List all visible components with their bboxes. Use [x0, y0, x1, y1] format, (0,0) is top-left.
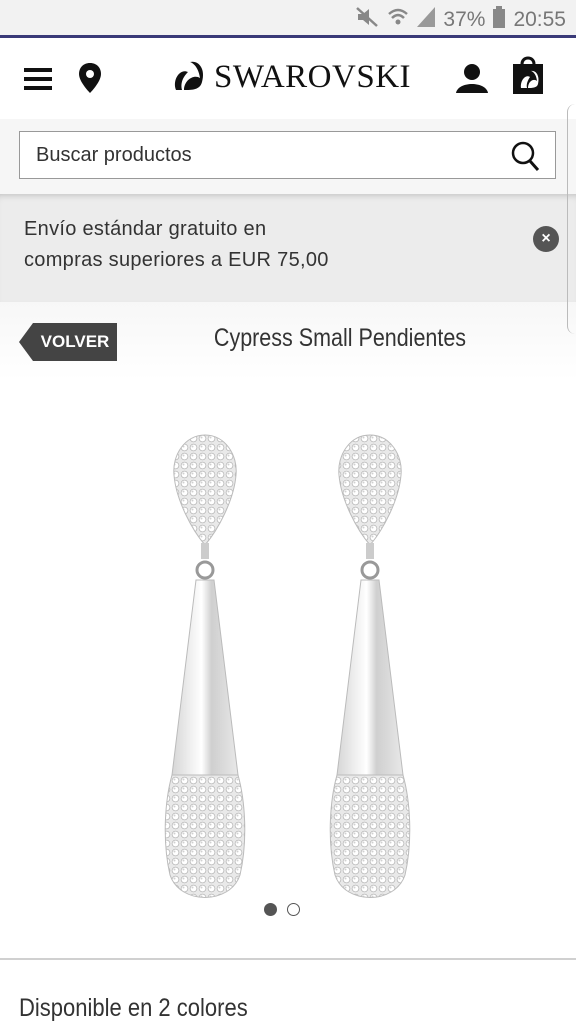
carousel-dot-2[interactable]	[287, 903, 300, 916]
user-icon[interactable]	[456, 63, 488, 98]
search-box	[19, 131, 556, 179]
close-icon[interactable]: ×	[533, 226, 559, 252]
promo-line-1: Envío estándar gratuito en	[24, 218, 267, 240]
page-title: Cypress Small Pendientes	[213, 324, 467, 352]
back-button-label: VOLVER	[33, 323, 117, 361]
earrings-image	[164, 434, 411, 898]
search-input[interactable]	[20, 132, 490, 178]
menu-icon[interactable]	[24, 68, 52, 90]
shopping-bag-icon[interactable]	[512, 54, 544, 99]
app-header: SWAROVSKI	[0, 41, 576, 119]
wifi-icon	[387, 6, 409, 34]
back-arrow-icon	[19, 323, 33, 361]
scroll-edge	[567, 104, 576, 334]
shipping-promo-banner: Envío estándar gratuito en compras super…	[0, 194, 576, 302]
earring-right	[329, 434, 411, 898]
back-button[interactable]: VOLVER	[19, 323, 117, 361]
status-icons: 37% 20:55	[355, 6, 566, 34]
product-image-carousel[interactable]	[0, 380, 576, 945]
brand-logo[interactable]: SWAROVSKI	[170, 59, 411, 96]
mute-icon	[355, 6, 379, 34]
product-title-bar: VOLVER Cypress Small Pendientes	[0, 302, 576, 380]
carousel-indicators	[264, 903, 300, 916]
clock: 20:55	[513, 8, 566, 31]
promo-text: Envío estándar gratuito en compras super…	[24, 214, 504, 276]
color-options-section: Disponible en 2 colores	[0, 958, 576, 1024]
location-pin-icon[interactable]	[78, 63, 102, 98]
status-bar: 37% 20:55	[0, 0, 576, 38]
brand-name: SWAROVSKI	[214, 59, 412, 95]
swan-logo-icon	[170, 60, 206, 95]
promo-line-2: compras superiores a EUR 75,00	[24, 249, 329, 271]
battery-icon	[493, 6, 506, 34]
signal-icon	[417, 7, 436, 33]
battery-percent: 37%	[443, 8, 486, 31]
search-icon[interactable]	[511, 141, 540, 176]
colors-heading: Disponible en 2 colores	[19, 994, 248, 1022]
earring-left	[164, 434, 246, 898]
carousel-dot-1[interactable]	[264, 903, 277, 916]
search-section	[0, 119, 576, 194]
